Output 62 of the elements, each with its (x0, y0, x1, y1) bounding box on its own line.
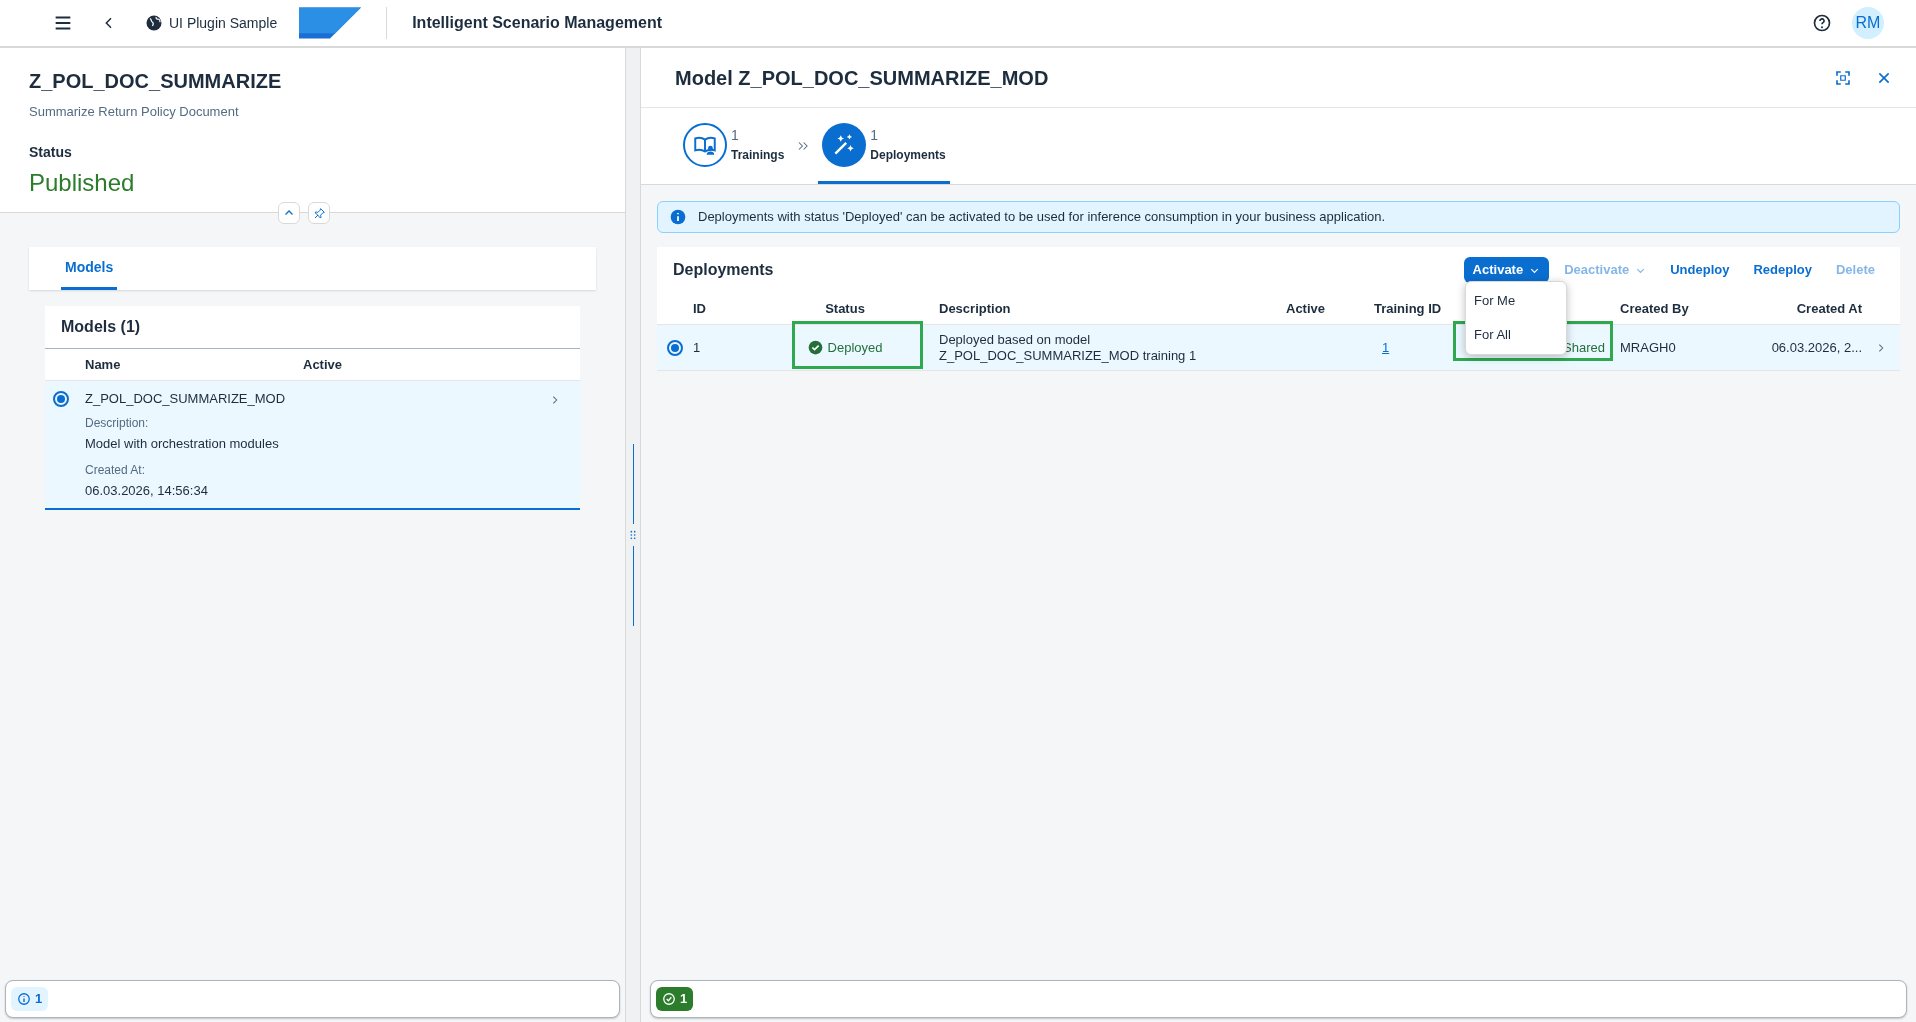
column-header: Active (303, 355, 343, 374)
column-header: Status (825, 299, 865, 318)
check-circle-icon (807, 340, 823, 355)
message-button[interactable]: 1 (656, 987, 694, 1011)
field-label: Description: (85, 415, 150, 432)
column-header: Active (1286, 299, 1326, 318)
step-tab[interactable]: 1 Deployments (818, 108, 950, 184)
app-title: Intelligent Scenario Management (412, 13, 662, 33)
fullscreen-icon[interactable] (1834, 68, 1852, 87)
step-count: 1 (870, 126, 880, 145)
info-message: Deployments with status 'Deployed' can be activated to be used for inference consumption in your business application. (698, 208, 1386, 227)
table-cell-text: 06.03.2026, 2... (1771, 338, 1862, 357)
menu-button[interactable]: Activate (1463, 257, 1550, 283)
status-cell: Deployed (807, 337, 883, 358)
double-chevron-icon (796, 139, 811, 153)
status-label: Status (29, 142, 73, 162)
message-button[interactable]: 1 (11, 987, 49, 1011)
column-header: Created At (1796, 299, 1862, 318)
model-name: Z_POL_DOC_SUMMARIZE_MOD (85, 390, 287, 407)
globe-icon (145, 14, 163, 32)
table-title: Deployments (673, 260, 775, 280)
toolbar-button[interactable]: Undeploy (1661, 260, 1739, 280)
status-value: Published (29, 167, 136, 198)
pin-icon (312, 206, 326, 220)
column-header: ID (693, 299, 706, 318)
field-value: Model with orchestration modules (85, 435, 280, 453)
check-circle-icon (662, 992, 676, 1006)
step-tab[interactable]: 1 Trainings (679, 108, 789, 184)
column-header: Name (85, 355, 122, 374)
column-header: Description (939, 299, 1011, 318)
menu-item[interactable]: For All (1466, 318, 1566, 352)
detail-title: Model Z_POL_DOC_SUMMARIZE_MOD (675, 65, 1050, 91)
chevron-right-icon[interactable] (550, 395, 560, 405)
splitter-handle[interactable] (628, 444, 638, 626)
table-cell-text: MRAGH0 (1620, 338, 1677, 357)
tab[interactable]: Models (61, 247, 118, 290)
info-icon (670, 209, 686, 225)
field-label: Created At: (85, 461, 147, 479)
column-header: Created By (1620, 299, 1689, 318)
radio-button[interactable] (667, 339, 683, 356)
pin-header-button[interactable] (308, 202, 330, 224)
menu-item[interactable]: For Me (1466, 284, 1566, 318)
toolbar-button[interactable]: Redeploy (1744, 260, 1821, 280)
grip-icon (628, 528, 638, 542)
object-title: Z_POL_DOC_SUMMARIZE (29, 69, 283, 94)
info-icon (17, 992, 31, 1006)
user-avatar[interactable]: RM (1852, 7, 1884, 39)
step-label: Deployments (870, 147, 946, 164)
training-link[interactable]: 1 (1382, 339, 1390, 355)
step-label: Trainings (731, 147, 785, 164)
column-header: Training ID (1374, 299, 1442, 318)
object-subtitle: Summarize Return Policy Document (29, 103, 240, 121)
table-title: Models (1) (45, 306, 580, 349)
field-value: 06.03.2026, 14:56:34 (85, 481, 209, 500)
chevron-right-icon[interactable] (1876, 342, 1886, 353)
table-cell-text: 1 (693, 338, 702, 357)
radio-button[interactable] (53, 391, 69, 407)
table-cell-text: Deployed based on model Z_POL_DOC_SUMMARIZE_MOD training 1 (939, 331, 1198, 364)
app-switcher[interactable]: UI Plugin Sample (145, 12, 278, 34)
model-row[interactable]: Z_POL_DOC_SUMMARIZE_MOD Description: Model with orchestration modules Created At: 06.03.2026, 14:56:34 (45, 381, 580, 510)
help-icon[interactable] (1812, 13, 1832, 33)
step-count: 1 (731, 126, 740, 145)
